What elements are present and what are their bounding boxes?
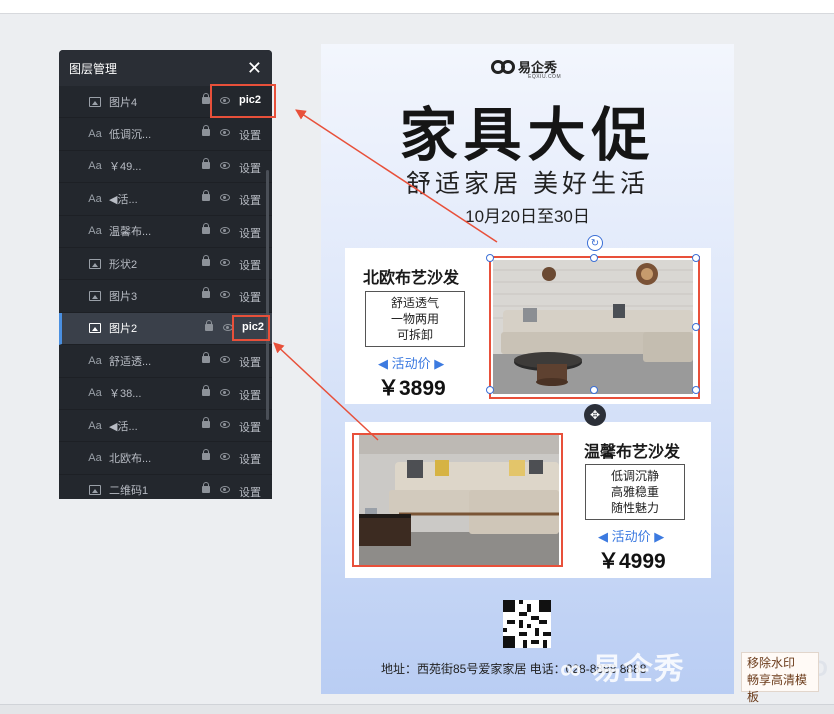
remove-watermark-label: 移除水印 bbox=[747, 656, 796, 670]
hd-template-label: 畅享高清模板 bbox=[747, 673, 808, 704]
bottom-bar bbox=[0, 704, 834, 714]
arrow-to-pic2-tag-2 bbox=[273, 342, 379, 441]
watermark-logo: ∞ 易企秀 bbox=[560, 653, 685, 686]
arrow-to-pic2-tag-1 bbox=[295, 109, 498, 243]
remove-watermark-button[interactable]: 移除水印 畅享高清模板 bbox=[741, 652, 819, 704]
annotation-arrows bbox=[273, 109, 498, 441]
watermark-text: 易企秀 bbox=[591, 653, 685, 686]
